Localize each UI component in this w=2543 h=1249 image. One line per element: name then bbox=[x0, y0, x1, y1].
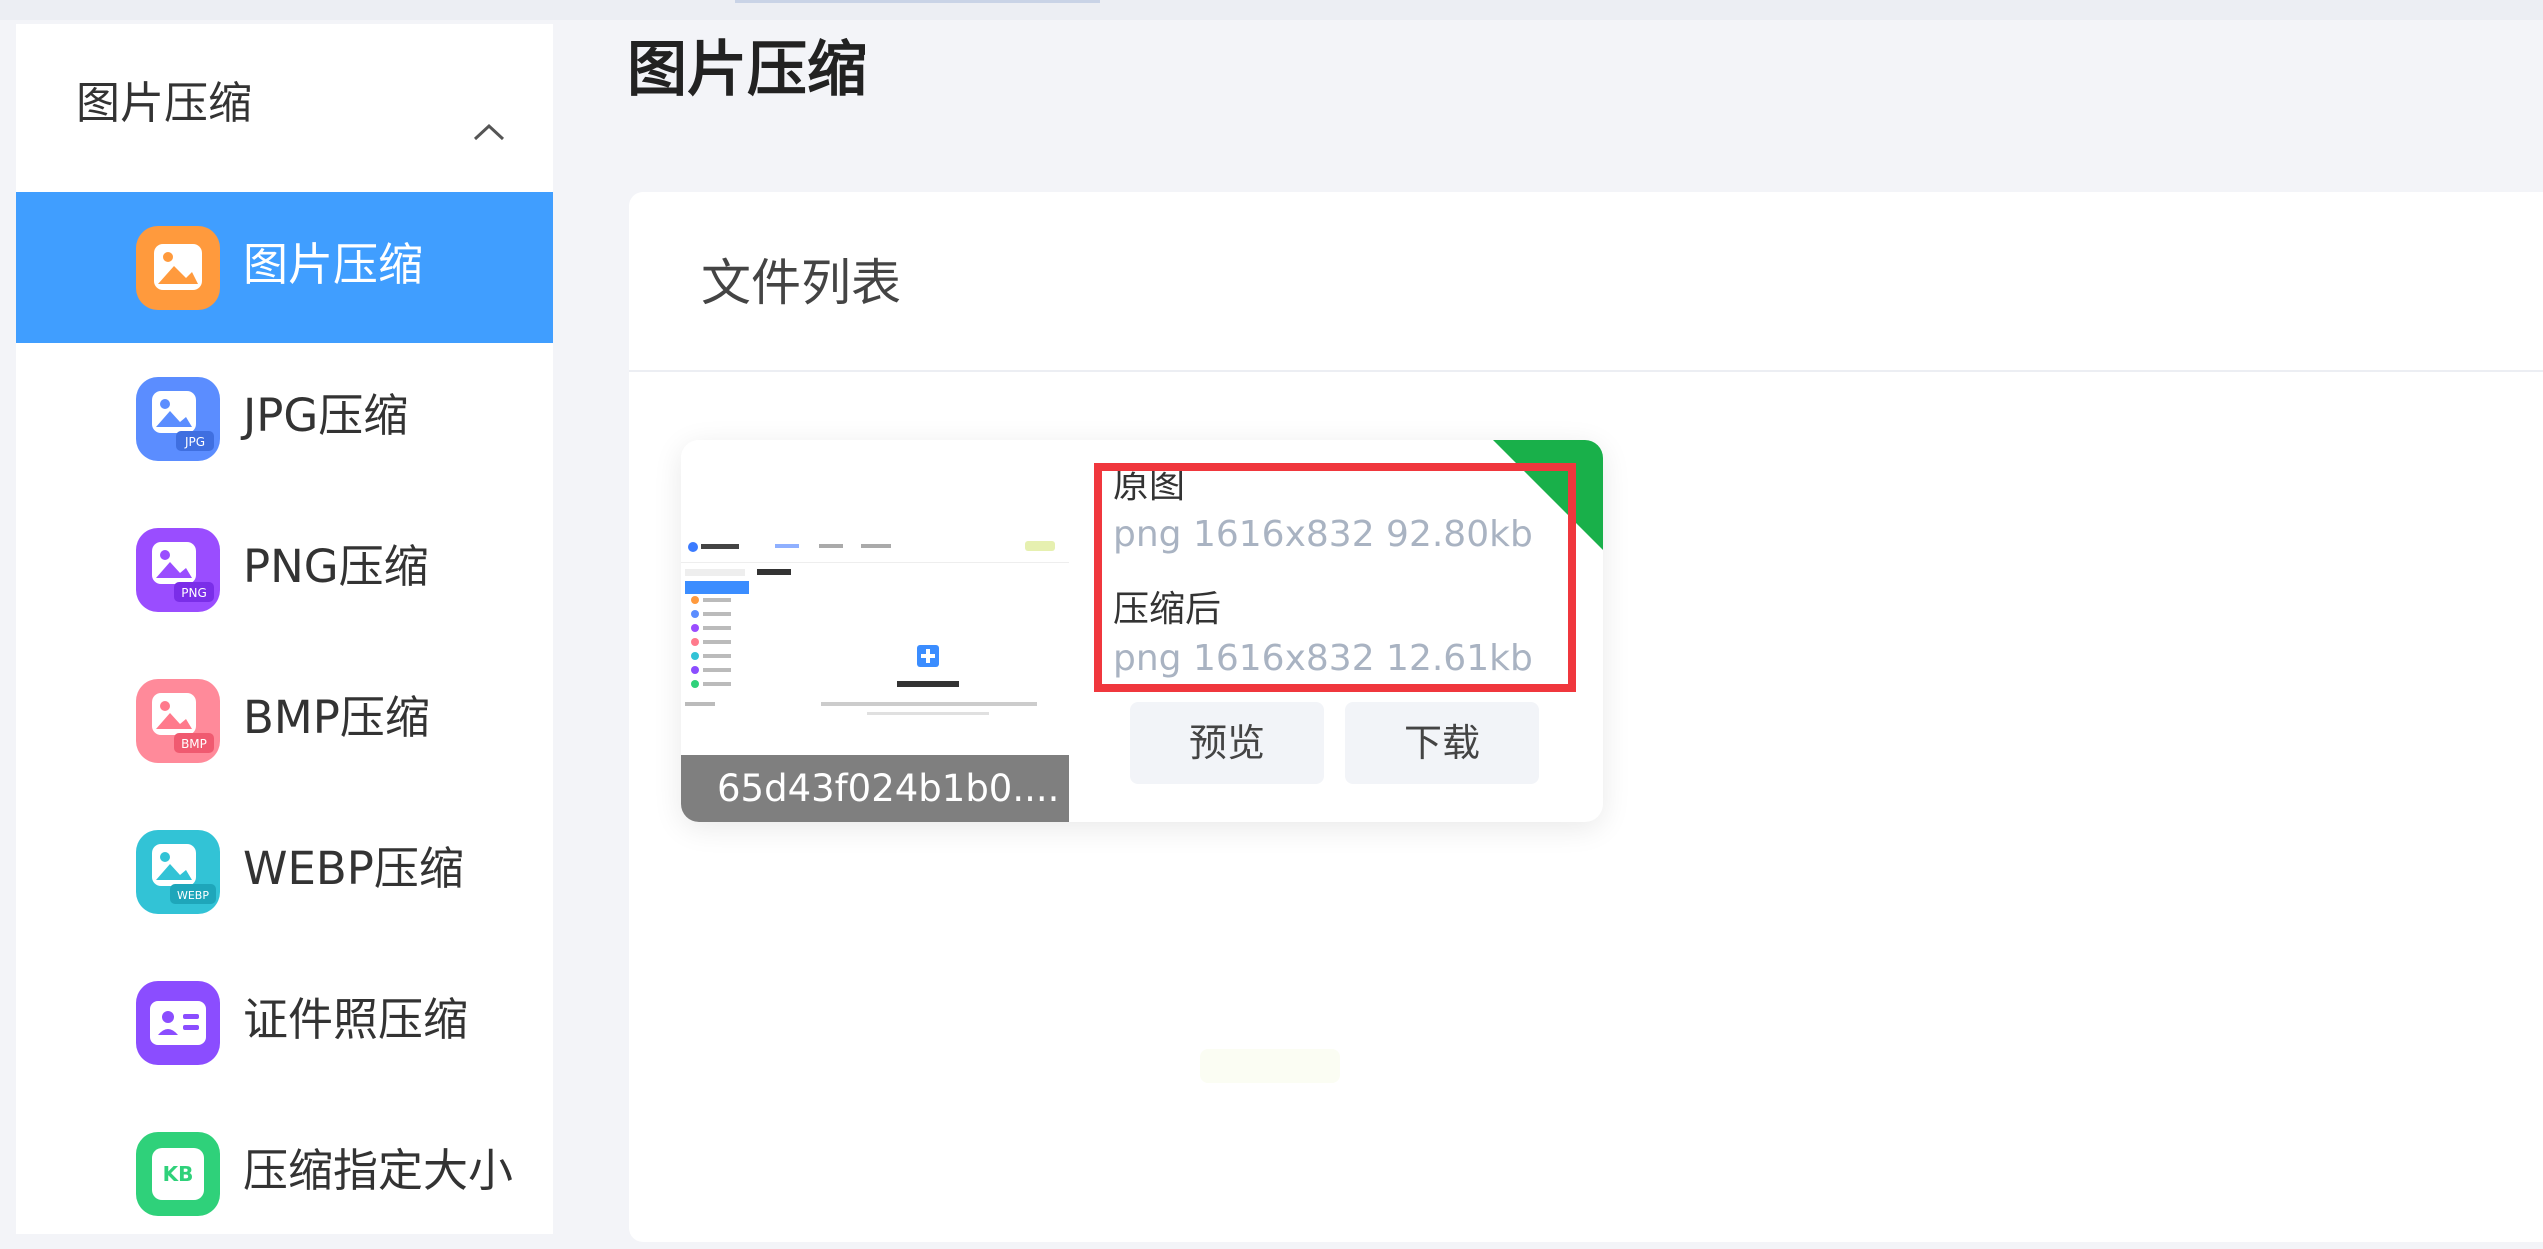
sidebar-group-header[interactable]: 图片压缩 bbox=[16, 24, 553, 194]
sidebar: 图片压缩 图片压缩 JPG JPG压缩 PNG PNG压缩 BMP BMP压缩 … bbox=[16, 24, 553, 1234]
compressed-label: 压缩后 bbox=[1113, 589, 1222, 631]
size-compress-icon: KB bbox=[136, 1132, 220, 1216]
top-strip-accent bbox=[735, 0, 1100, 3]
sidebar-item-id-photo-compress[interactable]: 证件照压缩 bbox=[16, 947, 553, 1098]
download-button[interactable]: 下载 bbox=[1345, 702, 1539, 784]
top-strip bbox=[0, 0, 2543, 20]
sidebar-item-png-compress[interactable]: PNG PNG压缩 bbox=[16, 494, 553, 645]
webp-badge-text: WEBP bbox=[177, 889, 209, 902]
sidebar-group-title: 图片压缩 bbox=[76, 78, 252, 129]
kb-badge-text: KB bbox=[163, 1162, 194, 1186]
panel-header: 文件列表 bbox=[629, 192, 2543, 372]
sidebar-item-label: PNG压缩 bbox=[243, 540, 429, 593]
jpg-badge-text: JPG bbox=[184, 435, 205, 449]
sidebar-item-size-compress[interactable]: KB 压缩指定大小 bbox=[16, 1098, 553, 1249]
file-info: 原图 png 1616x832 92.80kb 压缩后 png 1616x832… bbox=[1113, 466, 1553, 683]
sidebar-item-label: JPG压缩 bbox=[243, 389, 409, 442]
sidebar-item-label: WEBP压缩 bbox=[243, 842, 464, 895]
preview-button[interactable]: 预览 bbox=[1130, 702, 1324, 784]
image-compress-icon bbox=[136, 226, 220, 310]
file-name: 65d43f024b1b0.... bbox=[681, 755, 1069, 822]
thumbnail-preview-image bbox=[681, 440, 1069, 755]
png-compress-icon: PNG bbox=[136, 528, 220, 612]
sidebar-item-label: 证件照压缩 bbox=[243, 993, 469, 1046]
bmp-compress-icon: BMP bbox=[136, 679, 220, 763]
compressed-meta: png 1616x832 12.61kb bbox=[1113, 637, 1533, 679]
png-badge-text: PNG bbox=[181, 586, 207, 600]
sidebar-item-image-compress[interactable]: 图片压缩 bbox=[16, 192, 553, 343]
webp-compress-icon: WEBP bbox=[136, 830, 220, 914]
sidebar-item-label: 压缩指定大小 bbox=[243, 1144, 514, 1197]
sidebar-item-jpg-compress[interactable]: JPG JPG压缩 bbox=[16, 343, 553, 494]
faint-placeholder bbox=[1200, 1049, 1340, 1083]
id-photo-compress-icon bbox=[136, 981, 220, 1065]
panel-title: 文件列表 bbox=[701, 254, 901, 312]
sidebar-item-label: BMP压缩 bbox=[243, 691, 430, 744]
sidebar-item-bmp-compress[interactable]: BMP BMP压缩 bbox=[16, 645, 553, 796]
sidebar-item-webp-compress[interactable]: WEBP WEBP压缩 bbox=[16, 796, 553, 947]
page-title: 图片压缩 bbox=[627, 35, 867, 105]
original-meta: png 1616x832 92.80kb bbox=[1113, 513, 1533, 555]
jpg-compress-icon: JPG bbox=[136, 377, 220, 461]
file-thumbnail[interactable]: 65d43f024b1b0.... bbox=[681, 440, 1069, 822]
sidebar-item-label: 图片压缩 bbox=[243, 238, 424, 291]
bmp-badge-text: BMP bbox=[181, 737, 207, 751]
chevron-up-icon[interactable] bbox=[453, 92, 525, 172]
original-label: 原图 bbox=[1113, 465, 1186, 506]
